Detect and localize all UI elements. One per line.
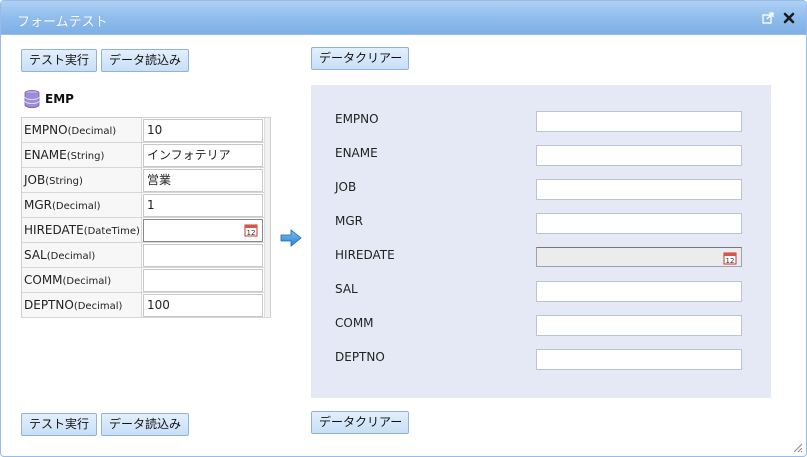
form-sal-input[interactable]: [536, 281, 742, 302]
ename-input[interactable]: インフォテリア: [143, 144, 263, 167]
window-title: フォームテスト: [17, 15, 108, 30]
form-panel: EMPNO ENAME JOB MGR HIREDATE 12 SAL COMM…: [311, 85, 771, 398]
run-test-button-top[interactable]: テスト実行: [21, 49, 97, 72]
form-label-deptno: DEPTNO: [335, 350, 385, 364]
grid-label: MGR(Decimal): [22, 193, 142, 217]
sal-input[interactable]: [143, 244, 263, 267]
mgr-input[interactable]: 1: [143, 194, 263, 217]
load-data-button-bottom[interactable]: データ読込み: [101, 413, 189, 436]
form-hiredate-input[interactable]: 12: [536, 247, 742, 267]
resize-grip-icon[interactable]: [791, 441, 803, 453]
table-title: EMP: [23, 89, 74, 109]
svg-text:12: 12: [726, 257, 735, 265]
form-label-job: JOB: [335, 180, 357, 194]
calendar-icon[interactable]: 12: [723, 251, 737, 265]
grid-row-mgr: MGR(Decimal) 1: [22, 193, 270, 218]
grid-label: HIREDATE(DateTime): [22, 218, 142, 242]
form-job-input[interactable]: [536, 179, 742, 200]
grid-scroll-column: [264, 118, 270, 317]
form-test-window: フォームテスト テスト実行 データ読込み データクリアー EMP EMPNO(D…: [0, 0, 807, 457]
grid-row-hiredate: HIREDATE(DateTime) 12: [22, 218, 270, 243]
database-icon: [24, 90, 40, 108]
form-empno-input[interactable]: [536, 111, 742, 132]
clear-data-button-top[interactable]: データクリアー: [311, 47, 409, 70]
grid-row-comm: COMM(Decimal): [22, 268, 270, 293]
grid-row-deptno: DEPTNO(Decimal) 100: [22, 293, 270, 318]
clear-data-button-bottom[interactable]: データクリアー: [311, 411, 409, 434]
window-title-bar[interactable]: フォームテスト: [1, 1, 806, 35]
run-test-button-bottom[interactable]: テスト実行: [21, 413, 97, 436]
deptno-input[interactable]: 100: [143, 294, 263, 317]
grid-row-empno: EMPNO(Decimal) 10: [22, 118, 270, 143]
form-comm-input[interactable]: [536, 315, 742, 336]
form-label-hiredate: HIREDATE: [335, 248, 395, 262]
form-label-ename: ENAME: [335, 146, 378, 160]
grid-label: ENAME(String): [22, 143, 142, 167]
calendar-icon[interactable]: 12: [244, 223, 258, 237]
arrow-right-icon: [280, 229, 302, 247]
form-label-sal: SAL: [335, 282, 358, 296]
grid-label: JOB(String): [22, 168, 142, 192]
property-grid: EMPNO(Decimal) 10 ENAME(String) インフォテリア …: [21, 117, 271, 318]
grid-label: SAL(Decimal): [22, 243, 142, 267]
grid-row-job: JOB(String) 営業: [22, 168, 270, 193]
load-data-button-top[interactable]: データ読込み: [101, 49, 189, 72]
grid-label: EMPNO(Decimal): [22, 118, 142, 142]
job-input[interactable]: 営業: [143, 169, 263, 192]
form-label-empno: EMPNO: [335, 112, 379, 126]
form-label-mgr: MGR: [335, 214, 363, 228]
table-name: EMP: [45, 92, 74, 106]
form-label-comm: COMM: [335, 316, 374, 330]
comm-input[interactable]: [143, 269, 263, 292]
close-icon[interactable]: [782, 11, 796, 25]
grid-label: DEPTNO(Decimal): [22, 293, 142, 317]
svg-text:12: 12: [247, 229, 256, 237]
grid-row-sal: SAL(Decimal): [22, 243, 270, 268]
grid-label: COMM(Decimal): [22, 268, 142, 292]
form-mgr-input[interactable]: [536, 213, 742, 234]
hiredate-input[interactable]: 12: [143, 219, 263, 242]
form-deptno-input[interactable]: [536, 349, 742, 370]
form-ename-input[interactable]: [536, 145, 742, 166]
popout-icon[interactable]: [761, 11, 775, 25]
empno-input[interactable]: 10: [143, 119, 263, 142]
grid-row-ename: ENAME(String) インフォテリア: [22, 143, 270, 168]
